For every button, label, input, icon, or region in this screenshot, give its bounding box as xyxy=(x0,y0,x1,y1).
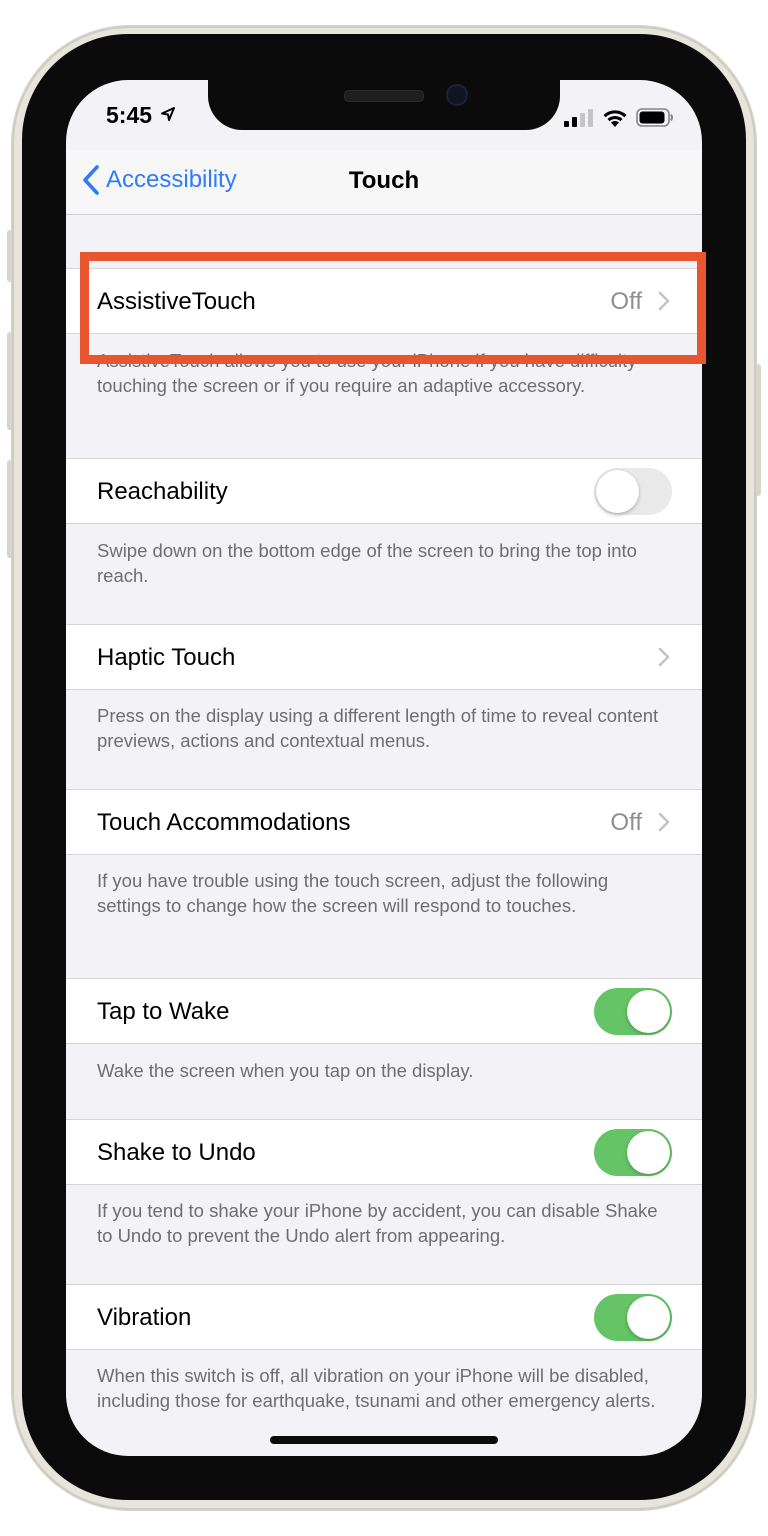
assistivetouch-row[interactable]: AssistiveTouch Off xyxy=(66,268,702,334)
shake-to-undo-toggle[interactable] xyxy=(594,1129,672,1176)
section-footer: Wake the screen when you tap on the disp… xyxy=(97,1060,474,1081)
page: 5:45 Accessibility Touch AssistiveTouch … xyxy=(0,0,768,1536)
vibration-row: Vibration xyxy=(66,1284,702,1350)
section-footer: Swipe down on the bottom edge of the scr… xyxy=(97,540,637,586)
cellular-signal-icon xyxy=(564,109,593,127)
toggle-knob xyxy=(627,1131,670,1174)
status-time-text: 5:45 xyxy=(106,102,153,128)
shake-to-undo-row: Shake to Undo xyxy=(66,1119,702,1185)
page-title: Touch xyxy=(348,167,420,194)
tap-to-wake-row: Tap to Wake xyxy=(66,978,702,1044)
row-value: Off xyxy=(610,809,642,836)
tap-to-wake-toggle[interactable] xyxy=(594,988,672,1035)
chevron-right-icon xyxy=(658,291,670,311)
earpiece-speaker xyxy=(344,90,424,102)
row-label: Haptic Touch xyxy=(97,644,236,671)
toggle-knob xyxy=(596,470,639,513)
row-label: Touch Accommodations xyxy=(97,809,351,836)
location-arrow-icon xyxy=(161,107,176,121)
navigation-bar: Accessibility Touch xyxy=(66,150,702,215)
row-label: Vibration xyxy=(97,1304,192,1331)
reachability-row: Reachability xyxy=(66,458,702,524)
notch xyxy=(208,80,560,130)
battery-icon xyxy=(636,108,673,127)
phone-screen: 5:45 Accessibility Touch AssistiveTouch … xyxy=(66,80,702,1456)
vibration-toggle[interactable] xyxy=(594,1294,672,1341)
section-footer: When this switch is off, all vibration o… xyxy=(97,1365,656,1411)
front-camera xyxy=(446,84,468,106)
wifi-icon xyxy=(603,110,627,127)
chevron-right-icon xyxy=(658,647,670,667)
status-icons xyxy=(564,108,674,127)
toggle-knob xyxy=(627,1296,670,1339)
section-footer: AssistiveTouch allows you to use your iP… xyxy=(97,350,637,396)
row-label: Shake to Undo xyxy=(97,1139,256,1166)
home-indicator[interactable] xyxy=(270,1436,498,1444)
reachability-toggle[interactable] xyxy=(594,468,672,515)
section-footer: Press on the display using a different l… xyxy=(97,705,659,751)
toggle-knob xyxy=(627,990,670,1033)
row-label: Reachability xyxy=(97,478,228,505)
row-label: Tap to Wake xyxy=(97,998,230,1025)
chevron-right-icon xyxy=(658,812,670,832)
row-value: Off xyxy=(610,288,642,315)
status-time: 5:45 xyxy=(106,102,176,129)
row-label: AssistiveTouch xyxy=(97,288,256,315)
section-footer: If you have trouble using the touch scre… xyxy=(97,870,609,916)
haptic-touch-row[interactable]: Haptic Touch xyxy=(66,624,702,690)
section-footer: If you tend to shake your iPhone by acci… xyxy=(97,1200,658,1246)
touch-accommodations-row[interactable]: Touch Accommodations Off xyxy=(66,789,702,855)
